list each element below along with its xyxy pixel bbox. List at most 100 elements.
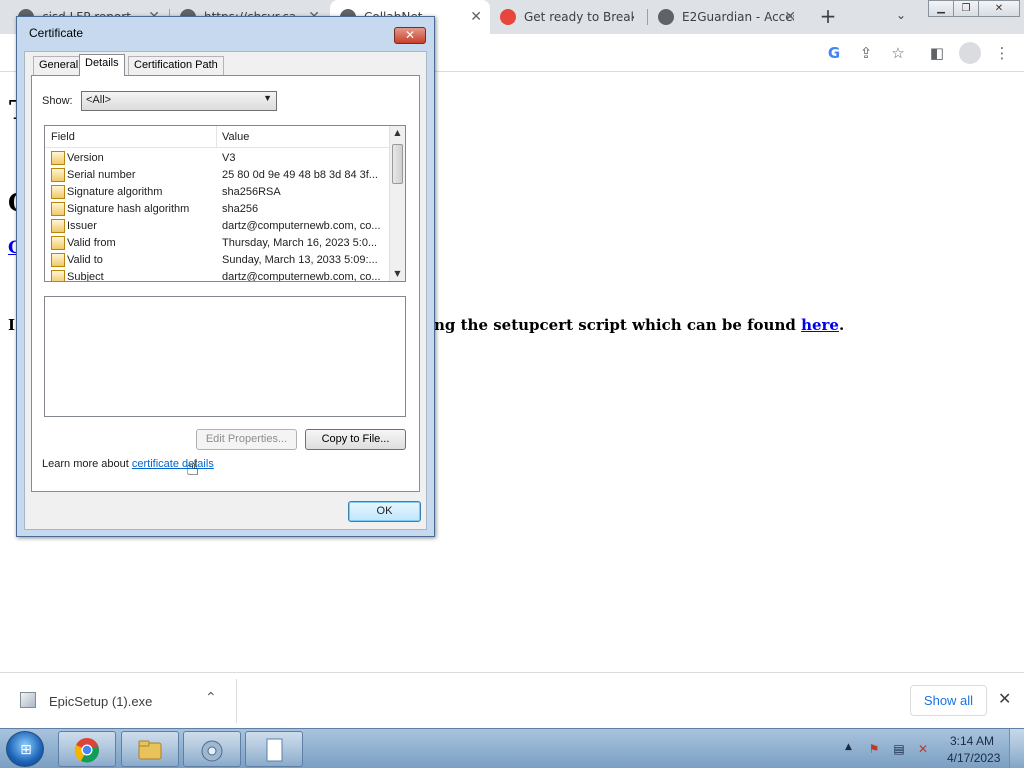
learn-more-prefix: Learn more about [42,458,132,470]
tray-expand-icon[interactable]: ▲ [845,742,852,752]
scroll-down-icon[interactable]: ▼ [390,267,405,281]
certificate-dialog: Certificate ✕ General Details Certificat… [16,16,435,537]
tab-general[interactable]: General [33,56,85,76]
media-taskbar-button[interactable] [183,731,241,767]
google-icon[interactable]: G [825,44,843,62]
globe-icon [658,9,674,25]
edit-properties-button[interactable]: Edit Properties... [196,429,297,450]
instructions-end: . [838,316,845,334]
field-name: Subject [67,271,104,282]
windows-logo-icon: ⊞ [20,742,32,758]
instructions-text: ng the setupcert script which can be fou… [434,316,802,334]
tab-item[interactable]: Get ready to Break [490,0,646,34]
page-instructions: ng the setupcert script which can be fou… [434,316,844,334]
scroll-thumb[interactable] [392,144,403,184]
certificate-field-icon [51,202,65,216]
tab-title: Get ready to Break [524,10,636,24]
close-tab-icon[interactable]: ✕ [784,9,796,25]
window-close-icon[interactable]: ✕ [978,0,1020,17]
chrome-taskbar-button[interactable] [58,731,116,767]
side-panel-icon[interactable]: ◧ [928,44,946,62]
certificate-field-icon [51,151,65,165]
copy-to-file-button[interactable]: Copy to File... [305,429,406,450]
hand-cursor-icon: ☝ [186,456,200,481]
field-value: sha256RSA [222,186,281,198]
clock-time[interactable]: 3:14 AM [950,734,994,748]
list-row[interactable]: Issuer dartz@computernewb.com, co... [45,218,391,235]
action-center-icon[interactable]: ⚑ [866,741,882,757]
field-value: 25 80 0d 9e 49 48 b8 3d 84 3f... [222,169,378,181]
tab-item[interactable]: E2Guardian - Access ✕ [648,0,804,34]
column-header-value[interactable]: Value [222,131,249,143]
divider [236,679,237,723]
close-shelf-icon[interactable]: ✕ [998,689,1011,708]
field-value: Thursday, March 16, 2023 5:0... [222,237,378,249]
certificate-field-icon [51,168,65,182]
tab-details[interactable]: Details [79,54,125,76]
page-text-fragment: I [8,316,16,334]
field-list[interactable]: Field Value Version V3 Serial number 25 … [44,125,406,282]
certificate-field-icon [51,185,65,199]
certificate-field-icon [51,219,65,233]
field-name: Issuer [67,220,97,232]
certificate-details-link[interactable]: certificate details [132,458,214,470]
document-taskbar-button[interactable] [245,731,303,767]
here-link[interactable]: here [801,316,839,334]
explorer-taskbar-button[interactable] [121,731,179,767]
taskbar: ⊞ ▲ ⚑ ▤ ✕ 3:14 AM 4/17/2023 [0,728,1024,768]
tab-search-button[interactable]: ⌄ [896,8,906,22]
list-row[interactable]: Valid from Thursday, March 16, 2023 5:0.… [45,235,391,252]
dialog-close-button[interactable]: ✕ [394,27,426,44]
details-panel: Show: <All> ▼ Field Value Version V3 Ser… [31,75,420,492]
field-name: Serial number [67,169,136,181]
share-icon[interactable]: ⇪ [857,44,875,62]
brave-icon [500,9,516,25]
show-label: Show: [42,95,73,107]
list-row[interactable]: Subject dartz@computernewb.com, co... [45,269,391,282]
chevron-down-icon: ▼ [263,93,272,103]
show-dropdown-value: <All> [86,94,112,106]
close-tab-icon[interactable] [633,9,638,25]
show-dropdown[interactable]: <All> ▼ [81,91,277,111]
media-icon [201,740,223,762]
certificate-field-icon [51,253,65,267]
field-value: Sunday, March 13, 2033 5:09:... [222,254,378,266]
list-row[interactable]: Signature algorithm sha256RSA [45,184,391,201]
column-divider[interactable] [216,126,217,148]
column-header-field[interactable]: Field [51,131,75,143]
restore-icon[interactable]: ❐ [953,0,979,17]
dialog-client-area: General Details Certification Path Show:… [24,51,427,530]
new-tab-button[interactable]: + [816,4,840,28]
list-header: Field Value [45,126,391,148]
exe-file-icon [20,692,36,708]
download-filename[interactable]: EpicSetup (1).exe [49,694,152,709]
more-menu-icon[interactable]: ⋮ [993,44,1011,62]
list-row[interactable]: Signature hash algorithm sha256 [45,201,391,218]
clock-date[interactable]: 4/17/2023 [947,751,1000,765]
volume-muted-icon[interactable]: ✕ [915,741,931,757]
list-row[interactable]: Valid to Sunday, March 13, 2033 5:09:... [45,252,391,269]
ok-button[interactable]: OK [348,501,421,522]
bookmark-star-icon[interactable]: ☆ [889,44,907,62]
close-tab-icon[interactable]: ✕ [470,9,482,25]
scroll-up-icon[interactable]: ▲ [390,126,405,140]
certificate-field-icon [51,270,65,281]
start-button[interactable]: ⊞ [6,731,44,767]
download-shelf: EpicSetup (1).exe ⌃ Show all ✕ [0,672,1024,728]
network-icon[interactable]: ▤ [891,741,907,757]
tab-certification-path[interactable]: Certification Path [128,56,224,76]
show-desktop-button[interactable] [1009,729,1024,768]
tab-title: E2Guardian - Access [682,10,794,24]
dialog-title: Certificate [29,26,84,40]
chevron-up-icon[interactable]: ⌃ [205,690,217,706]
field-value: dartz@computernewb.com, co... [222,220,381,232]
profile-icon[interactable] [959,42,981,64]
value-detail-box[interactable] [44,296,406,417]
minimize-icon[interactable]: ▁ [928,0,954,17]
list-row[interactable]: Serial number 25 80 0d 9e 49 48 b8 3d 84… [45,167,391,184]
field-value: sha256 [222,203,259,215]
show-all-button[interactable]: Show all [910,685,987,716]
list-row[interactable]: Version V3 [45,150,391,167]
explorer-icon [138,740,162,760]
list-scrollbar[interactable]: ▲ ▼ [389,126,405,281]
